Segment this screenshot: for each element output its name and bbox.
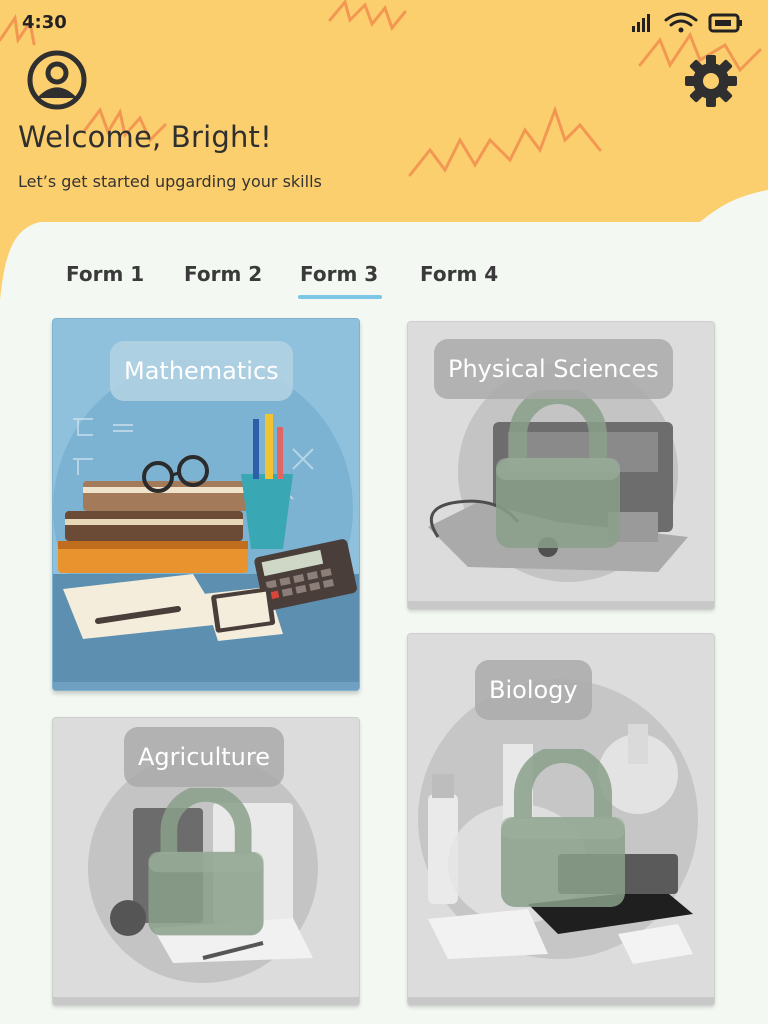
subject-label-physical-sciences: Physical Sciences [434, 339, 673, 399]
subject-card-biology[interactable]: Biology [407, 633, 715, 1006]
wifi-icon [664, 12, 698, 33]
status-icons [632, 12, 742, 33]
gear-icon[interactable] [683, 53, 739, 109]
tab-form-3[interactable]: Form 3 [300, 262, 378, 286]
tab-form-1[interactable]: Form 1 [66, 262, 144, 286]
subject-label-agriculture: Agriculture [124, 727, 284, 787]
form-tabs: Form 1 Form 2 Form 3 Form 4 [0, 258, 768, 308]
app-screen: 4:30 Welcome, Bright! Let’s get started … [0, 0, 768, 1024]
subject-card-agriculture[interactable]: Agriculture [52, 717, 360, 1006]
welcome-subtitle: Let’s get started upgarding your skills [18, 172, 322, 191]
welcome-heading: Welcome, Bright! [18, 120, 272, 154]
lock-icon [501, 749, 625, 907]
signal-icon [632, 14, 650, 32]
user-avatar-icon[interactable] [27, 50, 87, 110]
subject-label-biology: Biology [475, 660, 592, 720]
lock-icon [496, 390, 620, 548]
subject-card-physical-sciences[interactable]: Physical Sciences [407, 321, 715, 610]
battery-icon [708, 13, 742, 33]
tab-form-4[interactable]: Form 4 [420, 262, 498, 286]
status-time: 4:30 [22, 12, 67, 33]
tab-form-2[interactable]: Form 2 [184, 262, 262, 286]
selected-tab-indicator [298, 295, 382, 299]
lock-icon [148, 788, 264, 936]
subject-label-mathematics: Mathematics [110, 341, 293, 401]
subject-card-mathematics[interactable]: Mathematics [52, 318, 360, 691]
